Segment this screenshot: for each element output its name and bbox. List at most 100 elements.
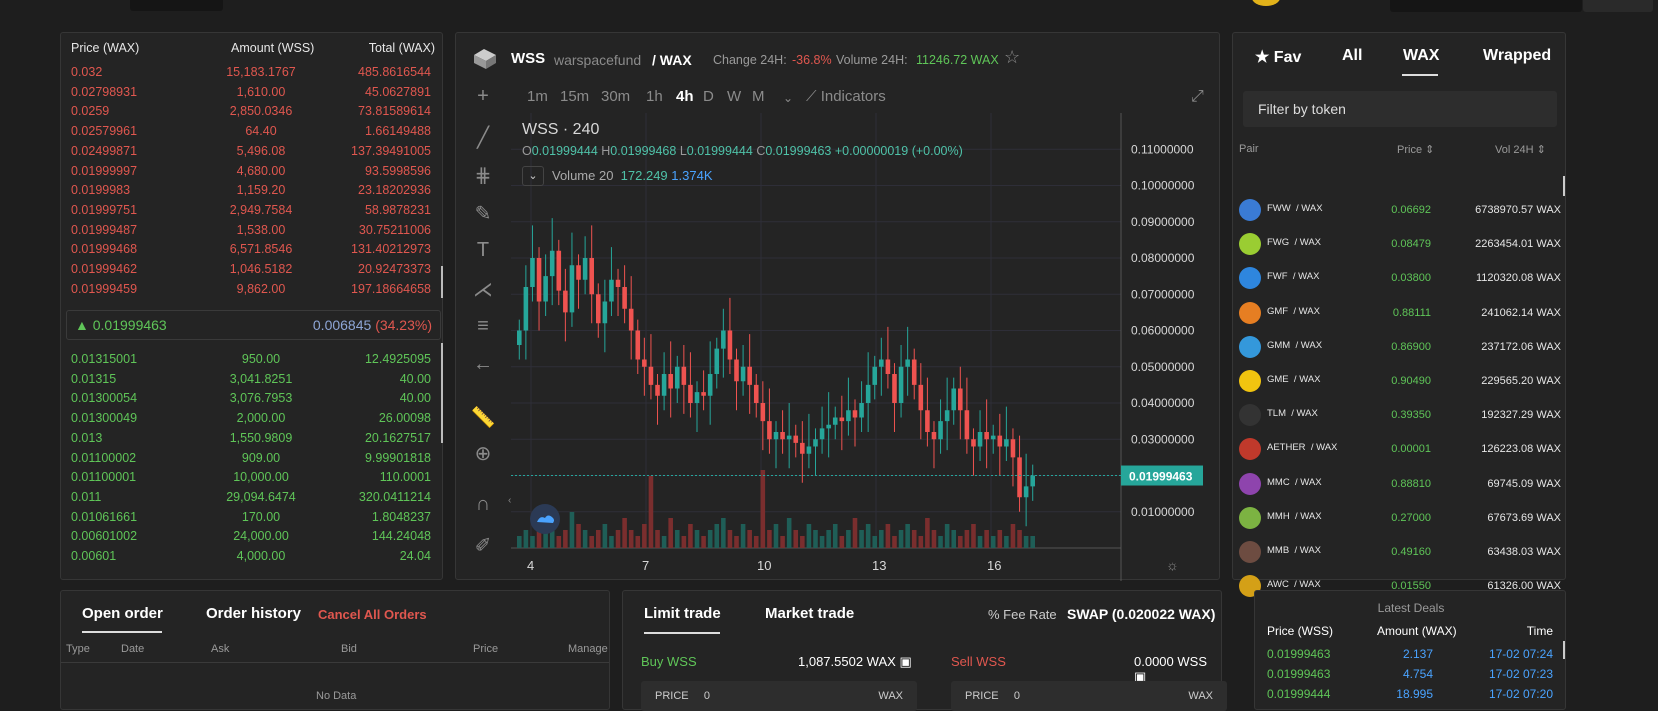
- login-button[interactable]: [1583, 0, 1653, 12]
- back-arrow-icon[interactable]: ←: [470, 353, 496, 379]
- lock-drawing-icon[interactable]: ✐: [470, 533, 496, 559]
- pair-row[interactable]: FWF / WAX 0.03800 1120320.08 WAX: [1233, 261, 1567, 295]
- pattern-icon[interactable]: ⋌: [470, 277, 496, 303]
- wallet-coin-icon[interactable]: [1252, 0, 1280, 6]
- magnet-icon[interactable]: ∩: [470, 493, 496, 519]
- interval-30m[interactable]: 30m: [601, 88, 630, 105]
- brush-icon[interactable]: ✎: [470, 201, 496, 227]
- settings-icon[interactable]: ☼: [1166, 557, 1179, 573]
- interval-D[interactable]: D: [703, 88, 714, 105]
- ob-amount: 1,046.5182: [229, 262, 293, 276]
- buy-label: Buy WSS: [641, 654, 697, 669]
- filter-input[interactable]: Filter by token: [1243, 91, 1557, 127]
- volume-bar: [780, 536, 785, 548]
- ob-row[interactable]: 0.00601 4,000.00 24.04: [61, 547, 431, 566]
- fib-icon[interactable]: ⋕: [470, 163, 496, 189]
- asks-scrollbar[interactable]: [441, 266, 443, 298]
- ob-row[interactable]: 0.01100002 909.00 9.99901818: [61, 449, 431, 468]
- ob-row[interactable]: 0.02579961 64.40 1.66149488: [61, 122, 431, 141]
- fullscreen-icon[interactable]: ⤢: [1191, 88, 1204, 106]
- deal-amount: 18.995: [1396, 687, 1433, 701]
- tradingview-logo-icon[interactable]: [530, 504, 560, 534]
- tab-fav[interactable]: ★ Fav: [1255, 47, 1301, 67]
- cancel-all-button[interactable]: Cancel All Orders: [318, 607, 427, 622]
- tab-order-history[interactable]: Order history: [206, 605, 301, 622]
- pair-row[interactable]: MMB / WAX 0.49160 63438.03 WAX: [1233, 535, 1567, 569]
- interval-1m[interactable]: 1m: [527, 88, 548, 105]
- chevron-down-icon[interactable]: ⌄: [783, 91, 793, 105]
- indicators-button[interactable]: ⟋ Indicators: [806, 88, 886, 105]
- tab-open-order[interactable]: Open order: [82, 605, 163, 622]
- nav-search-box[interactable]: [130, 0, 223, 11]
- tab-limit-trade[interactable]: Limit trade: [644, 605, 721, 622]
- ob-row[interactable]: 0.013 1,550.9809 20.1627517: [61, 429, 431, 448]
- pair-row[interactable]: FWG / WAX 0.08479 2263454.01 WAX: [1233, 227, 1567, 261]
- star-icon[interactable]: ☆: [1004, 47, 1020, 68]
- ob-row[interactable]: 0.0259 2,850.0346 73.81589614: [61, 102, 431, 121]
- pairs-header-price[interactable]: Price ⇕: [1397, 143, 1434, 156]
- ob-row[interactable]: 0.01315001 950.00 12.4925095: [61, 350, 431, 369]
- pair-row[interactable]: FWW / WAX 0.06692 6738970.57 WAX: [1233, 193, 1567, 227]
- deals-scrollbar[interactable]: [1563, 641, 1565, 659]
- wallet-icon[interactable]: ▣: [899, 654, 911, 669]
- pairs-header-vol[interactable]: Vol 24H ⇕: [1495, 143, 1546, 156]
- forecast-icon[interactable]: ≡: [470, 315, 496, 341]
- collapse-left-icon[interactable]: ‹: [508, 495, 511, 506]
- ob-row[interactable]: 0.01999462 1,046.5182 20.92473373: [61, 260, 431, 279]
- text-icon[interactable]: T: [470, 239, 496, 265]
- tab-all[interactable]: All: [1342, 47, 1362, 65]
- interval-1h[interactable]: 1h: [646, 88, 663, 105]
- pair-row[interactable]: AETHER / WAX 0.00001 126223.08 WAX: [1233, 432, 1567, 466]
- bids-scrollbar[interactable]: [441, 343, 443, 443]
- ob-row[interactable]: 0.01999468 6,571.8546 131.40212973: [61, 240, 431, 259]
- interval-15m[interactable]: 15m: [560, 88, 589, 105]
- ob-row[interactable]: 0.01999459 9,862.00 197.18664658: [61, 280, 431, 299]
- trendline-icon[interactable]: ╱: [470, 125, 496, 151]
- pair-row[interactable]: MMC / WAX 0.88810 69745.09 WAX: [1233, 467, 1567, 501]
- volume-bar: [1017, 530, 1022, 548]
- ruler-icon[interactable]: 📏: [470, 405, 496, 431]
- ob-row[interactable]: 0.0199983 1,159.20 23.18202936: [61, 181, 431, 200]
- ob-row[interactable]: 0.01300049 2,000.00 26.00098: [61, 409, 431, 428]
- ob-row[interactable]: 0.01100001 10,000.00 110.0001: [61, 468, 431, 487]
- ob-row[interactable]: 0.01999487 1,538.00 30.75211006: [61, 221, 431, 240]
- ob-row[interactable]: 0.01999997 4,680.00 93.5998596: [61, 162, 431, 181]
- ob-total: 40.00: [399, 371, 431, 386]
- volume-bar: [674, 530, 680, 548]
- candle: [977, 432, 983, 447]
- ob-row[interactable]: 0.02798931 1,610.00 45.0627891: [61, 83, 431, 102]
- legend-collapse-icon[interactable]: ⌄: [522, 166, 544, 186]
- ob-row[interactable]: 0.00601002 24,000.00 144.24048: [61, 527, 431, 546]
- pair-row[interactable]: GME / WAX 0.90490 229565.20 WAX: [1233, 364, 1567, 398]
- tab-market-trade[interactable]: Market trade: [765, 605, 854, 622]
- ob-row[interactable]: 0.032 15,183.1767 485.8616544: [61, 63, 431, 82]
- tab-wax[interactable]: WAX: [1403, 47, 1439, 65]
- ob-row[interactable]: 0.01999751 2,949.7584 58.9878231: [61, 201, 431, 220]
- ob-row[interactable]: 0.01061661 170.00 1.8048237: [61, 508, 431, 527]
- pair-row[interactable]: TLM / WAX 0.39350 192327.29 WAX: [1233, 398, 1567, 432]
- ob-price: 0.02499871: [71, 143, 138, 158]
- pair-row[interactable]: GMF / WAX 0.88111 241062.14 WAX: [1233, 296, 1567, 330]
- crosshair-icon[interactable]: +: [470, 85, 496, 111]
- pairs-scrollbar[interactable]: [1563, 176, 1565, 196]
- interval-M[interactable]: M: [752, 88, 765, 105]
- chart-account[interactable]: warspacefund: [554, 52, 641, 68]
- tab-wrapped[interactable]: Wrapped: [1483, 47, 1551, 65]
- price-chart[interactable]: 0.11000000 0.10000000 0.09000000 0.08000000…: [511, 113, 1221, 581]
- pair-row[interactable]: MMH / WAX 0.27000 67673.69 WAX: [1233, 501, 1567, 535]
- interval-4h[interactable]: 4h: [676, 88, 694, 105]
- zoom-in-icon[interactable]: ⊕: [470, 441, 496, 467]
- volume-bar: [793, 530, 799, 548]
- interval-W[interactable]: W: [727, 88, 741, 105]
- sell-price-input[interactable]: PRICE 0 WAX: [951, 681, 1227, 711]
- buy-price-input[interactable]: PRICE 0 WAX: [641, 681, 917, 711]
- account-box[interactable]: [1390, 0, 1582, 12]
- pair-row[interactable]: GMM / WAX 0.86900 237172.06 WAX: [1233, 330, 1567, 364]
- ob-row[interactable]: 0.01315 3,041.8251 40.00: [61, 370, 431, 389]
- ob-row[interactable]: 0.02499871 5,496.08 137.39491005: [61, 142, 431, 161]
- ob-row[interactable]: 0.011 29,094.6474 320.0411214: [61, 488, 431, 507]
- ob-price: 0.02798931: [71, 84, 138, 99]
- candle: [727, 330, 733, 360]
- ob-row[interactable]: 0.01300054 3,076.7953 40.00: [61, 389, 431, 408]
- candle: [589, 258, 594, 295]
